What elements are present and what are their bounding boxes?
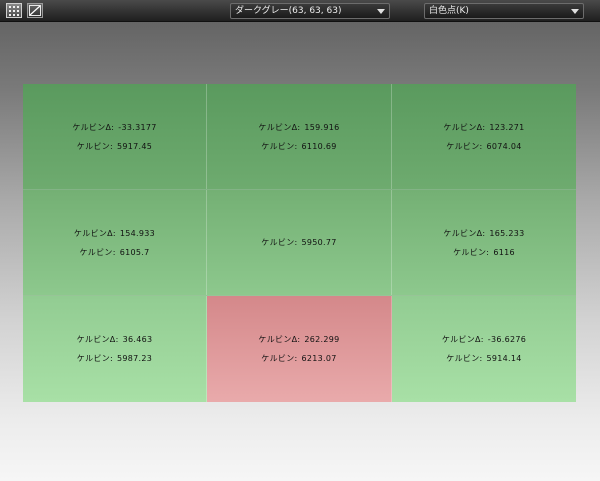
- kelvin-delta-label: ケルビンΔ:: [441, 335, 484, 344]
- kelvin-line: ケルビン: 5917.45: [77, 141, 152, 152]
- kelvin-line: ケルビン: 6213.07: [261, 353, 336, 364]
- grid-cell: ケルビンΔ: 123.271 ケルビン: 6074.04: [392, 84, 576, 190]
- kelvin-delta-value: 36.463: [122, 335, 153, 344]
- kelvin-line: ケルビン: 5950.77: [261, 237, 336, 248]
- kelvin-delta-value: -36.6276: [487, 335, 527, 344]
- display-mode-select[interactable]: ダークグレー(63, 63, 63): [230, 3, 390, 19]
- grid-cell: ケルビン: 5950.77: [207, 190, 392, 296]
- chevron-down-icon: [571, 9, 579, 14]
- kelvin-line: ケルビン: 6074.04: [446, 141, 521, 152]
- kelvin-delta-value: 123.271: [489, 122, 525, 132]
- kelvin-delta-label: ケルビンΔ:: [72, 122, 115, 132]
- kelvin-delta-line: ケルビンΔ: 159.916: [258, 122, 339, 133]
- kelvin-delta-value: 159.916: [304, 122, 340, 132]
- kelvin-value: 5987.23: [117, 354, 153, 363]
- grid-cell: ケルビンΔ: 154.933 ケルビン: 6105.7: [23, 190, 207, 296]
- kelvin-delta-label: ケルビンΔ:: [258, 335, 301, 344]
- grid-cell: ケルビンΔ: -33.3177 ケルビン: 5917.45: [23, 84, 207, 190]
- kelvin-label: ケルビン:: [261, 238, 298, 247]
- kelvin-value: 5914.14: [486, 354, 522, 363]
- kelvin-delta-value: 262.299: [304, 335, 340, 344]
- grid-cell: ケルビンΔ: 165.233 ケルビン: 6116: [392, 190, 576, 296]
- kelvin-value: 6110.69: [301, 141, 337, 151]
- kelvin-line: ケルビン: 6110.69: [261, 141, 336, 152]
- kelvin-line: ケルビン: 5987.23: [77, 353, 152, 364]
- toolbar: ダークグレー(63, 63, 63) 白色点(K): [0, 0, 600, 22]
- kelvin-label: ケルビン:: [261, 141, 298, 151]
- white-point-value: 白色点(K): [429, 6, 469, 16]
- kelvin-delta-label: ケルビンΔ:: [443, 228, 486, 238]
- uniformity-grid: ケルビンΔ: -33.3177 ケルビン: 5917.45 ケルビンΔ: 159.916 ケ…: [23, 84, 576, 402]
- kelvin-label: ケルビン:: [261, 354, 298, 363]
- kelvin-delta-value: 154.933: [119, 228, 156, 238]
- kelvin-value: 5917.45: [117, 141, 153, 151]
- kelvin-delta-line: ケルビンΔ: 36.463: [77, 334, 153, 345]
- kelvin-value: 5950.77: [301, 238, 337, 247]
- kelvin-value: 6116: [493, 247, 515, 257]
- kelvin-delta-label: ケルビンΔ:: [258, 122, 301, 132]
- kelvin-delta-line: ケルビンΔ: 154.933: [74, 228, 155, 239]
- kelvin-delta-line: ケルビンΔ: -33.3177: [72, 122, 156, 133]
- kelvin-line: ケルビン: 6105.7: [80, 247, 150, 258]
- chevron-down-icon: [377, 9, 385, 14]
- kelvin-label: ケルビン:: [446, 354, 483, 363]
- kelvin-label: ケルビン:: [453, 247, 490, 257]
- grid-view-icon[interactable]: [6, 3, 22, 18]
- kelvin-label: ケルビン:: [79, 247, 116, 257]
- kelvin-label: ケルビン:: [446, 141, 483, 151]
- kelvin-value: 6213.07: [301, 354, 337, 363]
- kelvin-line: ケルビン: 5914.14: [446, 353, 521, 364]
- display-mode-value: ダークグレー(63, 63, 63): [235, 6, 342, 16]
- kelvin-delta-label: ケルビンΔ:: [443, 122, 486, 132]
- kelvin-line: ケルビン: 6116: [453, 247, 515, 258]
- kelvin-delta-line: ケルビンΔ: 165.233: [443, 228, 524, 239]
- kelvin-label: ケルビン:: [76, 354, 113, 363]
- curve-view-icon[interactable]: [27, 3, 43, 18]
- grid-cell: ケルビンΔ: 159.916 ケルビン: 6110.69: [207, 84, 392, 190]
- kelvin-label: ケルビン:: [76, 141, 113, 151]
- grid-cell: ケルビンΔ: 36.463 ケルビン: 5987.23: [23, 296, 207, 402]
- kelvin-delta-value: 165.233: [489, 228, 525, 238]
- kelvin-delta-line: ケルビンΔ: 123.271: [443, 122, 524, 133]
- kelvin-delta-line: ケルビンΔ: -36.6276: [442, 334, 526, 345]
- white-point-select[interactable]: 白色点(K): [424, 3, 584, 19]
- kelvin-delta-line: ケルビンΔ: 262.299: [258, 334, 339, 345]
- kelvin-delta-value: -33.3177: [118, 122, 157, 132]
- kelvin-value: 6074.04: [486, 141, 522, 151]
- kelvin-delta-label: ケルビンΔ:: [73, 228, 116, 238]
- grid-cell: ケルビンΔ: 262.299 ケルビン: 6213.07: [207, 296, 392, 402]
- kelvin-value: 6105.7: [119, 247, 150, 257]
- grid-cell: ケルビンΔ: -36.6276 ケルビン: 5914.14: [392, 296, 576, 402]
- kelvin-delta-label: ケルビンΔ:: [76, 335, 119, 344]
